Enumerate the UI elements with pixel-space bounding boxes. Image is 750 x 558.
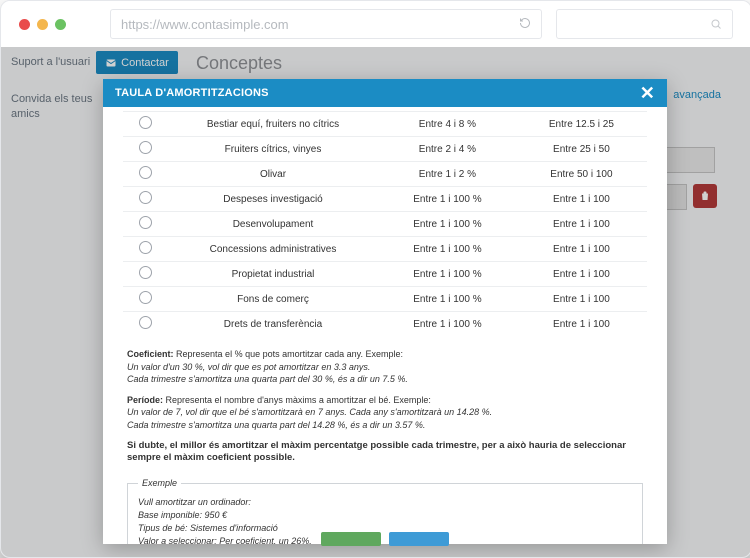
period-example-1: Un valor de 7, vol dir que el bé s'amort… — [127, 407, 492, 417]
row-periode: Entre 1 i 100 — [516, 287, 647, 312]
row-periode: Entre 1 i 100 — [516, 237, 647, 262]
table-row[interactable]: Drets de transferènciaEntre 1 i 100 %Ent… — [123, 312, 647, 337]
table-row[interactable]: Concessions administrativesEntre 1 i 100… — [123, 237, 647, 262]
radio-icon[interactable] — [139, 216, 152, 229]
url-text: https://www.contasimple.com — [121, 17, 289, 32]
row-name: Drets de transferència — [167, 312, 379, 337]
row-periode: Entre 1 i 100 — [516, 312, 647, 337]
modal-body: Bestiar equí, fruiters no cítricsEntre 4… — [103, 107, 667, 544]
coef-example-2: Cada trimestre s'amortitza una quarta pa… — [127, 374, 408, 384]
final-note: Si dubte, el millor és amortitzar el màx… — [127, 440, 643, 466]
row-periode: Entre 1 i 100 — [516, 262, 647, 287]
period-label: Període: — [127, 395, 163, 405]
table-row[interactable]: Fruiters cítrics, vinyesEntre 2 i 4 %Ent… — [123, 137, 647, 162]
radio-icon[interactable] — [139, 141, 152, 154]
row-name: Desenvolupament — [167, 212, 379, 237]
row-coef: Entre 2 i 4 % — [379, 137, 516, 162]
coef-example-1: Un valor d'un 30 %, vol dir que es pot a… — [127, 362, 370, 372]
search-icon — [710, 18, 722, 30]
maximize-window-dot[interactable] — [55, 19, 66, 30]
radio-icon[interactable] — [139, 191, 152, 204]
radio-icon[interactable] — [139, 266, 152, 279]
radio-icon[interactable] — [139, 316, 152, 329]
period-example-2: Cada trimestre s'amortitza una quarta pa… — [127, 420, 425, 430]
browser-chrome: https://www.contasimple.com — [1, 1, 750, 48]
row-name: Olivar — [167, 162, 379, 187]
radio-icon[interactable] — [139, 116, 152, 129]
modal-header: TAULA D'AMORTITZACIONS ✕ — [103, 79, 667, 107]
minimize-window-dot[interactable] — [37, 19, 48, 30]
example-line-1: Vull amortitzar un ordinador: — [138, 496, 632, 509]
url-bar[interactable]: https://www.contasimple.com — [110, 9, 542, 39]
browser-search-box[interactable] — [556, 9, 733, 39]
accept-button[interactable] — [321, 532, 381, 544]
row-periode: Entre 12.5 i 25 — [516, 112, 647, 137]
amortization-modal: TAULA D'AMORTITZACIONS ✕ Bestiar equí, f… — [103, 79, 667, 544]
row-coef: Entre 1 i 100 % — [379, 212, 516, 237]
row-name: Fruiters cítrics, vinyes — [167, 137, 379, 162]
row-coef: Entre 1 i 2 % — [379, 162, 516, 187]
window-controls[interactable] — [19, 19, 66, 30]
example-legend: Exemple — [138, 477, 181, 490]
row-name: Propietat industrial — [167, 262, 379, 287]
row-name: Bestiar equí, fruiters no cítrics — [167, 112, 379, 137]
row-periode: Entre 25 i 50 — [516, 137, 647, 162]
row-coef: Entre 1 i 100 % — [379, 287, 516, 312]
table-row[interactable]: Despeses investigacióEntre 1 i 100 %Entr… — [123, 187, 647, 212]
row-coef: Entre 4 i 8 % — [379, 112, 516, 137]
table-row[interactable]: Propietat industrialEntre 1 i 100 %Entre… — [123, 262, 647, 287]
radio-icon[interactable] — [139, 241, 152, 254]
table-row[interactable]: OlivarEntre 1 i 2 %Entre 50 i 100 — [123, 162, 647, 187]
radio-icon[interactable] — [139, 291, 152, 304]
periode-explanation: Període: Representa el nombre d'anys màx… — [127, 394, 643, 432]
row-coef: Entre 1 i 100 % — [379, 187, 516, 212]
reload-icon[interactable] — [519, 17, 531, 32]
example-line-2: Base imponible: 950 € — [138, 509, 632, 522]
modal-title: TAULA D'AMORTITZACIONS — [115, 87, 269, 99]
row-name: Fons de comerç — [167, 287, 379, 312]
period-desc: Representa el nombre d'anys màxims a amo… — [166, 395, 431, 405]
table-row[interactable]: Bestiar equí, fruiters no cítricsEntre 4… — [123, 112, 647, 137]
amortization-table: Bestiar equí, fruiters no cítricsEntre 4… — [123, 111, 647, 336]
table-row[interactable]: DesenvolupamentEntre 1 i 100 %Entre 1 i … — [123, 212, 647, 237]
row-coef: Entre 1 i 100 % — [379, 312, 516, 337]
coef-label: Coeficient: — [127, 349, 174, 359]
coef-desc: Representa el % que pots amortitzar cada… — [176, 349, 403, 359]
close-window-dot[interactable] — [19, 19, 30, 30]
table-row[interactable]: Fons de comerçEntre 1 i 100 %Entre 1 i 1… — [123, 287, 647, 312]
row-periode: Entre 50 i 100 — [516, 162, 647, 187]
row-name: Despeses investigació — [167, 187, 379, 212]
row-coef: Entre 1 i 100 % — [379, 237, 516, 262]
radio-icon[interactable] — [139, 166, 152, 179]
row-name: Concessions administratives — [167, 237, 379, 262]
row-coef: Entre 1 i 100 % — [379, 262, 516, 287]
secondary-button[interactable] — [389, 532, 449, 544]
modal-footer-buttons — [321, 532, 449, 544]
row-periode: Entre 1 i 100 — [516, 212, 647, 237]
coeficient-explanation: Coeficient: Representa el % que pots amo… — [127, 348, 643, 386]
row-periode: Entre 1 i 100 — [516, 187, 647, 212]
close-icon[interactable]: ✕ — [640, 84, 655, 102]
